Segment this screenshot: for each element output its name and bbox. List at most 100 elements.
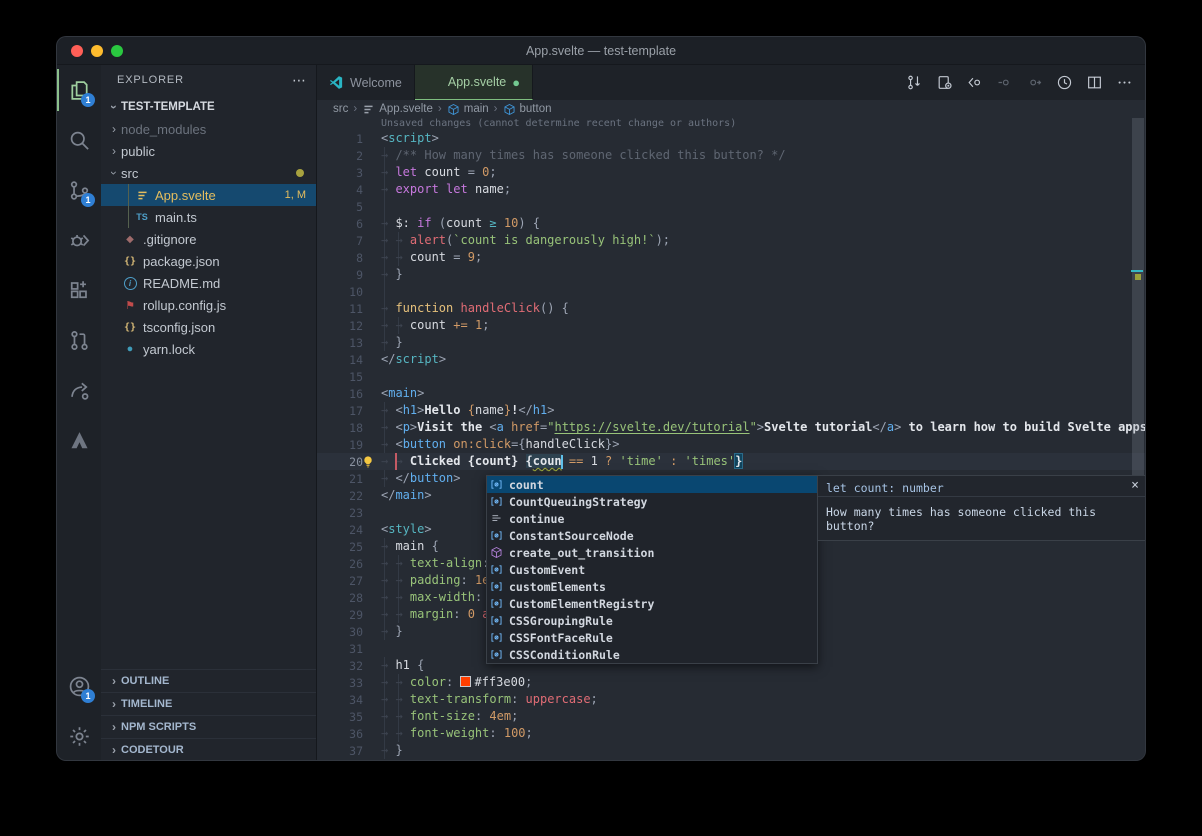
explorer-more-actions-button[interactable]: ⋯ (292, 72, 306, 89)
tree-item--gitignore[interactable]: ◆.gitignore (101, 228, 316, 250)
yarn-file-icon: ● (121, 343, 139, 355)
tree-item-tsconfig-json[interactable]: {}tsconfig.json (101, 316, 316, 338)
activity-item-azure-icon[interactable] (57, 415, 101, 465)
minimize-window-button[interactable] (91, 45, 103, 57)
code-line-11[interactable]: 11→ function handleClick() { (317, 300, 1145, 317)
line-number: 15 (317, 370, 363, 384)
sidebar-section-npm-scripts[interactable]: ›NPM SCRIPTS (101, 715, 316, 738)
suggestion-create_out_transition[interactable]: create_out_transition (487, 544, 817, 561)
code-line-37[interactable]: 37→ } (317, 742, 1145, 759)
activity-item-search-icon[interactable] (57, 115, 101, 165)
codelens-annotation[interactable]: Unsaved changes (cannot determine recent… (381, 118, 736, 129)
line-number: 27 (317, 574, 363, 588)
code-line-18[interactable]: 18→ <p>Visit the <a href="https://svelte… (317, 419, 1145, 436)
suggestion-cssgroupingrule[interactable]: CSSGroupingRule (487, 612, 817, 629)
code-line-15[interactable]: 15 (317, 368, 1145, 385)
code-editor[interactable]: Unsaved changes (cannot determine recent… (317, 118, 1145, 761)
tree-item-app-svelte[interactable]: App.svelte1, M (101, 184, 316, 206)
sidebar-section-timeline[interactable]: ›TIMELINE (101, 692, 316, 715)
code-line-33[interactable]: 33→ → color: #ff3e00; (317, 674, 1145, 691)
code-line-16[interactable]: 16<main> (317, 385, 1145, 402)
overview-ruler-modified-mark (1135, 274, 1141, 280)
scrollbar-thumb[interactable] (1132, 118, 1144, 480)
split-editor-icon[interactable] (1081, 70, 1107, 96)
project-root-header[interactable]: › TEST-TEMPLATE (101, 95, 316, 118)
code-line-8[interactable]: 8→ → count = 9; (317, 249, 1145, 266)
suggestion-continue[interactable]: continue (487, 510, 817, 527)
code-line-17[interactable]: 17→ <h1>Hello {name}!</h1> (317, 402, 1145, 419)
code-line-13[interactable]: 13→ } (317, 334, 1145, 351)
breadcrumb-item-app-svelte[interactable]: App.svelte (362, 103, 433, 116)
activity-item-settings-icon[interactable] (57, 711, 101, 761)
tree-item-main-ts[interactable]: TSmain.ts (101, 206, 316, 228)
editor-scrollbar[interactable] (1131, 118, 1145, 761)
code-line-5[interactable]: 5 (317, 198, 1145, 215)
code-line-12[interactable]: 12→ → count += 1; (317, 317, 1145, 334)
code-line-10[interactable]: 10 (317, 283, 1145, 300)
tree-item-src[interactable]: ›src (101, 162, 316, 184)
code-line-9[interactable]: 9→ } (317, 266, 1145, 283)
chevron-right-icon: › (107, 674, 121, 688)
close-window-button[interactable] (71, 45, 83, 57)
sidebar-section-codetour[interactable]: ›CODETOUR (101, 738, 316, 761)
code-line-2[interactable]: 2→ /** How many times has someone clicke… (317, 147, 1145, 164)
line-number: 14 (317, 353, 363, 367)
sidebar-sections: ›OUTLINE›TIMELINE›NPM SCRIPTS›CODETOUR (101, 669, 316, 761)
tree-item-public[interactable]: ›public (101, 140, 316, 162)
go-back-icon[interactable] (961, 70, 987, 96)
timeline-icon[interactable] (1051, 70, 1077, 96)
suggestion-customevent[interactable]: CustomEvent (487, 561, 817, 578)
activity-item-github-pull-requests-icon[interactable] (57, 315, 101, 365)
line-number: 34 (317, 693, 363, 707)
tree-item-yarn-lock[interactable]: ●yarn.lock (101, 338, 316, 360)
breadcrumb-item-button[interactable]: button (503, 103, 552, 116)
sidebar-section-outline[interactable]: ›OUTLINE (101, 669, 316, 692)
code-line-14[interactable]: 14</script> (317, 351, 1145, 368)
activity-item-live-share-icon[interactable] (57, 365, 101, 415)
code-line-36[interactable]: 36→ → font-weight: 100; (317, 725, 1145, 742)
tree-item-node-modules[interactable]: ›node_modules (101, 118, 316, 140)
open-changes-icon[interactable] (931, 70, 957, 96)
code-line-6[interactable]: 6→ $: if (count ≥ 10) { (317, 215, 1145, 232)
tree-item-package-json[interactable]: {}package.json (101, 250, 316, 272)
line-number: 16 (317, 387, 363, 401)
suggestion-customelementregistry[interactable]: CustomElementRegistry (487, 595, 817, 612)
activity-item-explorer-icon[interactable]: 1 (57, 65, 101, 115)
more-actions-icon[interactable] (1111, 70, 1137, 96)
compare-changes-icon[interactable] (901, 70, 927, 96)
color-swatch[interactable] (460, 676, 471, 687)
code-line-19[interactable]: 19→ <button on:click={handleClick}> (317, 436, 1145, 453)
tab-welcome[interactable]: Welcome (317, 65, 415, 100)
suggestion-countqueuingstrategy[interactable]: CountQueuingStrategy (487, 493, 817, 510)
code-line-35[interactable]: 35→ → font-size: 4em; (317, 708, 1145, 725)
code-line-1[interactable]: 1<script> (317, 130, 1145, 147)
breadcrumb-item-main[interactable]: main (447, 103, 489, 116)
activity-item-accounts-icon[interactable]: 1 (57, 661, 101, 711)
activity-item-source-control-icon[interactable]: 1 (57, 165, 101, 215)
code-line-4[interactable]: 4→ export let name; (317, 181, 1145, 198)
suggestion-constantsourcenode[interactable]: ConstantSourceNode (487, 527, 817, 544)
activity-item-extensions-icon[interactable] (57, 265, 101, 315)
suggestion-customelements[interactable]: customElements (487, 578, 817, 595)
suggestion-cssfontfacerule[interactable]: CSSFontFaceRule (487, 629, 817, 646)
suggestion-count[interactable]: count (487, 476, 817, 493)
next-change-icon[interactable] (1021, 70, 1047, 96)
zoom-window-button[interactable] (111, 45, 123, 57)
intellisense-suggest-widget: countCountQueuingStrategycontinueConstan… (486, 475, 818, 664)
suggestion-label: create_out_transition (509, 546, 654, 560)
breadcrumb-item-src[interactable]: src (333, 103, 348, 115)
lightbulb-icon[interactable] (361, 454, 375, 468)
code-line-7[interactable]: 7→ → alert(`count is dangerously high!`)… (317, 232, 1145, 249)
activity-item-run-and-debug-icon[interactable] (57, 215, 101, 265)
tree-item-rollup-config-js[interactable]: ⚑rollup.config.js (101, 294, 316, 316)
line-number: 6 (317, 217, 363, 231)
close-icon[interactable]: × (1131, 478, 1139, 493)
code-line-3[interactable]: 3→ let count = 0; (317, 164, 1145, 181)
previous-change-icon[interactable] (991, 70, 1017, 96)
editor-area: WelcomeApp.svelte● src›App.svelte›main›b… (317, 65, 1145, 761)
tab-app-svelte[interactable]: App.svelte● (415, 65, 533, 100)
tree-item-readme-md[interactable]: iREADME.md (101, 272, 316, 294)
code-line-20[interactable]: 20→ → Clicked {count} {coun == 1 ? 'time… (317, 453, 1145, 470)
suggestion-cssconditionrule[interactable]: CSSConditionRule (487, 646, 817, 663)
code-line-34[interactable]: 34→ → text-transform: uppercase; (317, 691, 1145, 708)
